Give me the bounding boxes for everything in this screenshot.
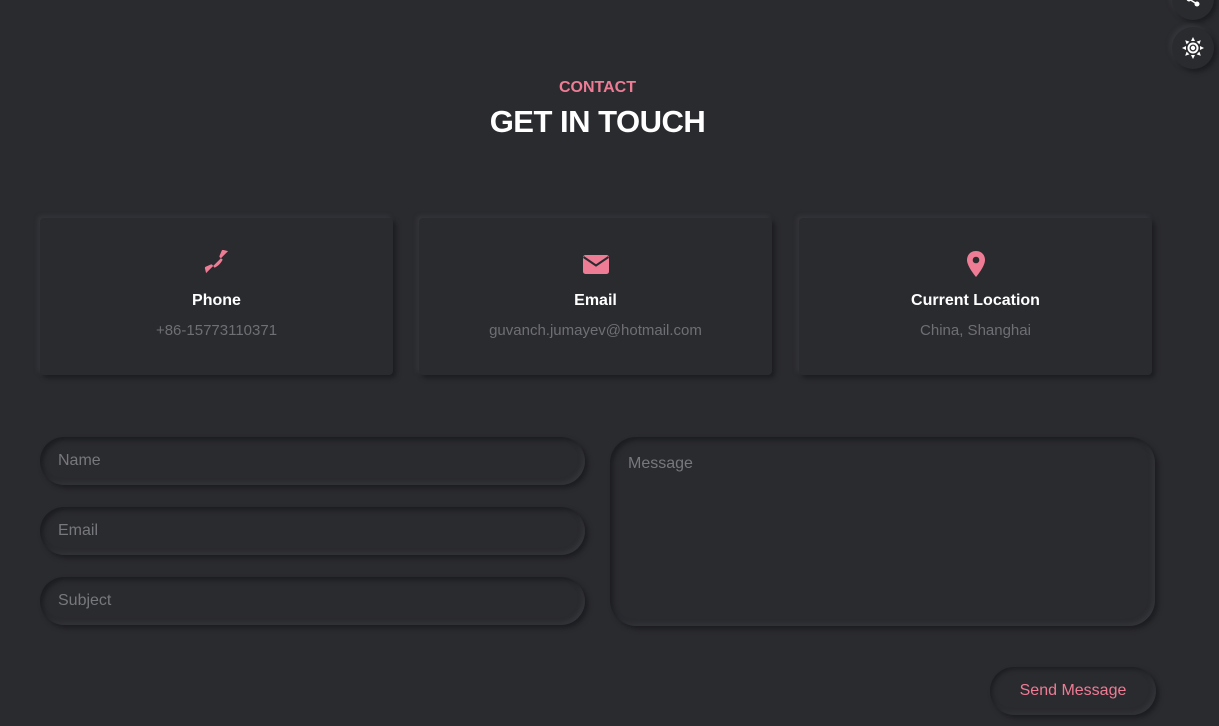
section-eyebrow: CONTACT	[558, 79, 637, 96]
contact-card-phone: Phone +86-15773110371	[40, 218, 393, 375]
subject-input[interactable]	[40, 577, 585, 625]
send-message-button[interactable]: Send Message	[990, 667, 1156, 715]
location-value: China, Shanghai	[920, 322, 1031, 339]
phone-value: +86-15773110371	[155, 322, 278, 339]
share-icon	[1186, 0, 1200, 7]
name-input[interactable]	[40, 437, 585, 485]
contact-page: CONTACT GET IN TOUCH Phone +86-157731103…	[0, 0, 1219, 726]
phone-icon	[204, 250, 228, 274]
card-label: Current Location	[911, 292, 1040, 309]
contact-card-email: Email guvanch.jumayev@hotmail.com	[419, 218, 772, 375]
theme-toggle-button[interactable]	[1172, 27, 1214, 69]
email-value: guvanch.jumayev@hotmail.com	[489, 322, 702, 339]
map-pin-icon	[966, 251, 985, 277]
contact-card-location: Current Location China, Shanghai	[799, 218, 1152, 375]
page-title: GET IN TOUCH	[489, 104, 706, 139]
card-label: Email	[574, 292, 617, 309]
email-input[interactable]	[40, 507, 585, 555]
card-label: Phone	[192, 292, 241, 309]
sun-icon	[1182, 37, 1204, 59]
message-textarea[interactable]	[610, 437, 1155, 626]
share-button[interactable]	[1172, 0, 1214, 20]
envelope-icon	[582, 255, 609, 274]
